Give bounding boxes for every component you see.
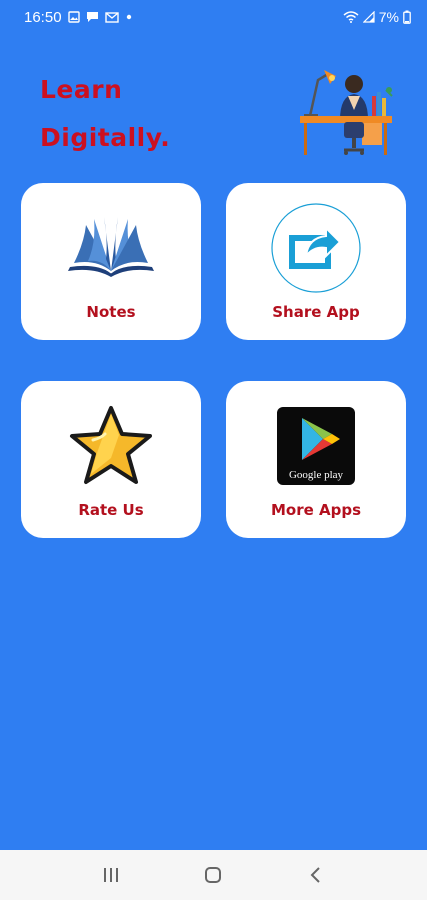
wifi-icon bbox=[343, 11, 359, 23]
more-apps-label: More Apps bbox=[270, 501, 362, 519]
share-app-card[interactable]: Share App bbox=[226, 183, 406, 340]
open-book-icon bbox=[63, 205, 159, 291]
dot-icon bbox=[125, 13, 133, 21]
back-icon[interactable] bbox=[296, 855, 336, 895]
notes-card[interactable]: Notes bbox=[21, 183, 201, 340]
home-icon[interactable] bbox=[193, 855, 233, 895]
image-icon bbox=[67, 11, 80, 23]
battery-percentage: 7% bbox=[378, 9, 399, 25]
status-right: 7% bbox=[343, 9, 411, 25]
more-apps-card[interactable]: Google play More Apps bbox=[226, 381, 406, 538]
message-icon bbox=[86, 11, 99, 23]
star-icon bbox=[63, 403, 159, 489]
notes-label: Notes bbox=[86, 303, 136, 321]
app-title: Learn Digitally. bbox=[40, 70, 170, 158]
title-line-1: Learn bbox=[40, 75, 123, 104]
share-app-label: Share App bbox=[272, 303, 360, 321]
title-line-2: Digitally. bbox=[40, 123, 171, 152]
google-play-text: Google play bbox=[289, 469, 344, 481]
rate-us-card[interactable]: Rate Us bbox=[21, 381, 201, 538]
status-time: 16:50 bbox=[24, 8, 62, 26]
navigation-bar bbox=[0, 850, 427, 900]
recent-apps-icon[interactable] bbox=[91, 855, 131, 895]
battery-icon bbox=[403, 10, 411, 24]
person-at-desk-illustration bbox=[296, 66, 396, 158]
status-bar: 16:50 7% bbox=[0, 0, 427, 34]
mail-icon bbox=[104, 11, 119, 23]
share-icon bbox=[268, 203, 364, 293]
rate-us-label: Rate Us bbox=[78, 501, 144, 519]
google-play-icon: Google play bbox=[268, 403, 364, 489]
signal-icon bbox=[362, 11, 375, 23]
status-left: 16:50 bbox=[24, 9, 133, 26]
